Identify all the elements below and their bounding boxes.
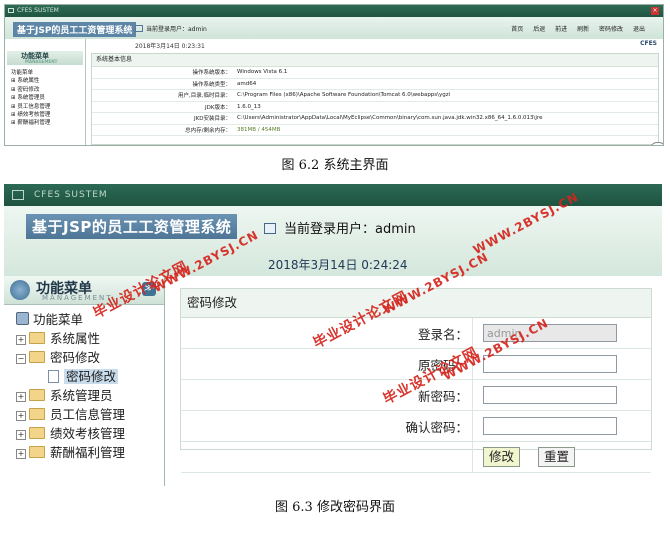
nav-logout[interactable]: 退出 [633,26,645,33]
computer-icon [16,312,29,325]
tree-item[interactable]: ⊞ 系统属性 [11,77,50,85]
menu-tree: 功能菜单 + 系统属性 − 密码修改 密码修改 + 系统管理员 + 员工信息管理 + 绩效… [16,310,125,462]
expand-icon[interactable]: + [16,392,26,402]
collapse-icon[interactable]: − [16,354,26,364]
form-row: 登录名： [181,318,651,349]
tree-leaf-password[interactable]: 密码修改 [16,367,125,386]
tree-item[interactable]: ⊞ 绩效考核管理 [11,111,50,119]
system-info-table: 操作系统版本： Windows Vista 6.1 操作系统类型： amd64 用户… [92,67,658,136]
submit-button[interactable]: 修改 [483,447,521,467]
table-row: 操作系统类型： amd64 [92,78,658,90]
change-password-screenshot: CFES SUSTEM 基于JSP的员工工资管理系统 当前登录用户：admin … [4,184,662,486]
reset-button[interactable]: 重置 [538,447,576,467]
folder-icon [29,427,45,439]
table-row: 操作系统版本： Windows Vista 6.1 [92,67,658,79]
confirm-password-field[interactable] [483,417,617,435]
folder-icon [29,332,45,344]
tree-item-salary[interactable]: + 薪酬福利管理 [16,443,125,462]
system-name: 基于JSP的员工工资管理系统 [26,214,238,239]
datetime: 2018年3月14日 0:23:31 [135,43,205,50]
gear-icon [10,280,30,300]
top-nav: 首页 后退 前进 刷新 密码修改 退出 [503,24,645,33]
menu-header: 功能菜单 MANAGEMENT [7,51,83,65]
window-icon [12,190,24,200]
figure-caption-2: 图 6.3 修改密码界面 [275,500,395,515]
window-title: CFES SUSTEM [17,7,59,14]
main-interface-screenshot: CFES SUSTEM × 基于JSP的员工工资管理系统 当前登录用户：admi… [4,4,664,146]
form-row: 确认密码： [181,410,651,442]
current-user-label: 当前登录用户：admin [146,26,207,33]
system-name: 基于JSP的员工工资管理系统 [13,22,137,37]
expand-icon[interactable]: + [16,430,26,440]
folder-icon [29,389,45,401]
nav-back[interactable]: 后退 [533,26,545,33]
menu-subtitle: MANAGEMENT [25,59,58,64]
logo-text: CFES [640,40,657,47]
system-info-panel: 系统基本信息 操作系统版本： Windows Vista 6.1 操作系统类型： a… [91,53,663,145]
tree-item-employee-info[interactable]: + 员工信息管理 [16,405,125,424]
sidebar: 功能菜单 MANAGEMENT ≫ 功能菜单 + 系统属性 − 密码修改 密码修改 … [4,276,165,486]
tree-item[interactable]: ⊞ 薪酬福利管理 [11,119,50,127]
expand-icon[interactable]: + [16,449,26,459]
old-password-field[interactable] [483,355,617,373]
expand-icon[interactable]: + [16,411,26,421]
nav-refresh[interactable]: 刷新 [577,26,589,33]
form-row: 修改 重置 [181,441,651,473]
menu-tree: 功能菜单 ⊞ 系统属性 ⊞ 密码修改 ⊞ 系统管理员 ⊞ 员工信息管理 ⊞ 绩效… [11,69,50,128]
sidebar: 功能菜单 MANAGEMENT 功能菜单 ⊞ 系统属性 ⊞ 密码修改 ⊞ 系统管… [5,39,86,145]
table-row: JKD安装目录： C:\Users\Administrator\AppData\L… [92,112,658,125]
tree-item[interactable]: ⊞ 系统管理员 [11,94,50,102]
nav-forward[interactable]: 前进 [555,26,567,33]
figure-caption-1: 图 6.2 系统主界面 [281,158,389,173]
tree-item-performance[interactable]: + 绩效考核管理 [16,424,125,443]
nav-password[interactable]: 密码修改 [599,26,623,33]
current-user: 当前登录用户：admin [135,24,207,33]
tree-item[interactable]: ⊞ 员工信息管理 [11,103,50,111]
confirm-password-label: 确认密码： [181,410,473,442]
tree-root[interactable]: 功能菜单 [11,69,50,77]
tree-item-sys-admin[interactable]: + 系统管理员 [16,386,125,405]
table-row: 总内存/剩余内存： 381MB / 454MB [92,124,658,136]
tree-item-system-props[interactable]: + 系统属性 [16,329,125,348]
datetime: 2018年3月14日 0:24:24 [268,258,408,272]
user-icon [135,25,143,32]
table-row: 用户,目录,临时目录： C:\Program Files (x86)\Apache… [92,89,658,102]
nav-home[interactable]: 首页 [511,26,523,33]
current-user: 当前登录用户：admin [264,218,416,237]
expand-icon[interactable]: + [16,335,26,345]
chevron-left-icon[interactable]: ❮ [650,142,663,145]
window-titlebar: CFES SUSTEM × [5,5,663,17]
panel-title: 系统基本信息 [92,54,658,67]
password-form: 登录名： 原密码： 新密码： 确认密码： [181,318,651,473]
folder-icon [29,408,45,420]
new-password-field[interactable] [483,386,617,404]
app-header: 基于JSP的员工工资管理系统 当前登录用户：admin 2018年3月14日 0… [4,206,662,276]
table-row: JDK版本： 1.6.0_13 [92,101,658,113]
current-user-label: 当前登录用户：admin [284,222,416,237]
tree-item[interactable]: ⊞ 密码修改 [11,86,50,94]
folder-open-icon [29,351,45,363]
app-header: 基于JSP的员工工资管理系统 当前登录用户：admin 首页 后退 前进 刷新 … [5,17,663,39]
close-icon[interactable]: × [651,7,659,15]
window-title: CFES SUSTEM [34,190,108,200]
user-icon [264,223,276,234]
tree-item-password[interactable]: − 密码修改 [16,348,125,367]
folder-icon [29,446,45,458]
window-icon [8,8,14,13]
document-icon [48,370,59,383]
password-panel: 密码修改 登录名： 原密码： 新密码： 确认密码： [180,288,652,473]
